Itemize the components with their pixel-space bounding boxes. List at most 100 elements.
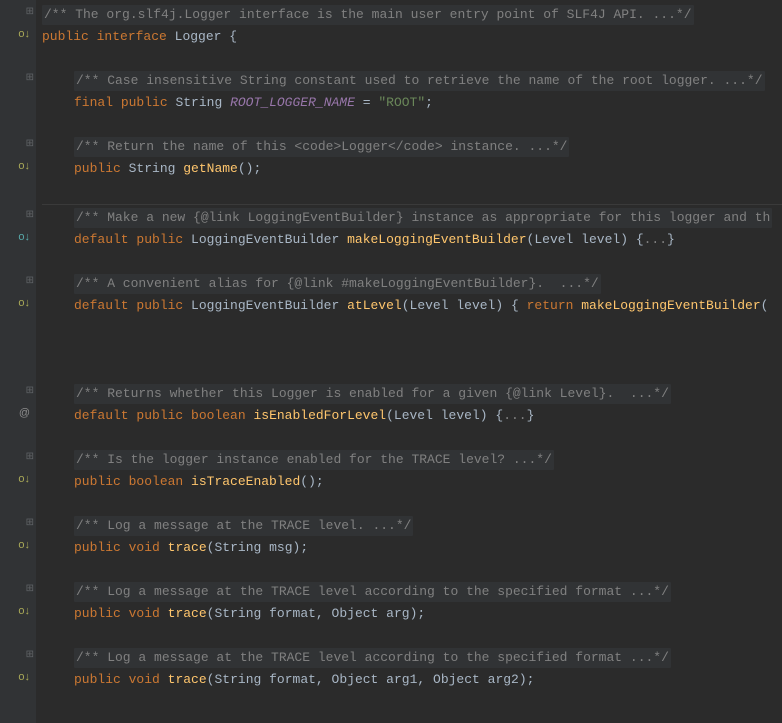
fold-toggle-icon[interactable]: ⊞ [26, 449, 34, 464]
override-marker-icon[interactable]: o↓ [18, 603, 30, 620]
fold-toggle-icon[interactable]: ⊞ [26, 207, 34, 222]
fold-toggle-icon[interactable]: ⊞ [26, 136, 34, 151]
override-marker-icon[interactable]: o↓ [18, 158, 30, 175]
fold-toggle-icon[interactable]: ⊞ [26, 383, 34, 398]
token [425, 670, 433, 690]
token [222, 93, 230, 113]
code-line[interactable]: default public LoggingEventBuilder atLev… [42, 295, 782, 317]
token [129, 406, 137, 426]
code-line[interactable]: public void trace(String format, Object … [42, 603, 782, 625]
javadoc-text: /** Return the name of this <code>Logger… [74, 137, 569, 157]
doc-comment-line[interactable]: /** Case insensitive String constant use… [42, 70, 782, 92]
token: ( [386, 406, 394, 426]
token [378, 670, 386, 690]
token: ... [503, 406, 526, 426]
token: public [42, 27, 89, 47]
token [168, 93, 176, 113]
doc-comment-line[interactable]: /** Log a message at the TRACE level. ..… [42, 515, 782, 537]
token: isTraceEnabled [191, 472, 300, 492]
token: String [129, 159, 176, 179]
token [167, 27, 175, 47]
gutter[interactable]: ⊞ o↓ ⊞ ⊞ o↓ ⊞ o↓ ⊞ o↓ ⊞ @ ⊞ o↓ ⊞ o↓ ⊞ o↓ ⊞ o↓ [0, 0, 36, 723]
override-marker-icon[interactable]: o↓ [18, 471, 30, 488]
code-line[interactable]: public boolean isTraceEnabled(); [42, 471, 782, 493]
token [573, 230, 581, 250]
doc-comment-line[interactable]: /** Return the name of this <code>Logger… [42, 136, 782, 158]
override-marker-icon[interactable]: o↓ [18, 26, 30, 43]
override-marker-icon[interactable]: o↓ [18, 295, 30, 312]
token: Level [410, 296, 449, 316]
code-line[interactable]: default public boolean isEnabledForLevel… [42, 405, 782, 427]
token: trace [168, 604, 207, 624]
fold-toggle-icon[interactable]: ⊞ [26, 647, 34, 662]
token: ; [417, 604, 425, 624]
doc-comment-line[interactable]: /** Log a message at the TRACE level acc… [42, 581, 782, 603]
fold-toggle-icon[interactable]: ⊞ [26, 515, 34, 530]
token [324, 670, 332, 690]
code-line[interactable]: public String getName(); [42, 158, 782, 180]
token [121, 472, 129, 492]
token: String [214, 604, 261, 624]
token: "ROOT" [378, 93, 425, 113]
token [175, 159, 183, 179]
code-line[interactable]: final public String ROOT_LOGGER_NAME = "… [42, 92, 782, 114]
blank-line [42, 493, 782, 515]
token: ; [425, 93, 433, 113]
override-marker-icon[interactable]: o↓ [18, 537, 30, 554]
token: ROOT_LOGGER_NAME [230, 93, 355, 113]
override-marker-icon[interactable]: o↓ [18, 229, 30, 246]
code-editor[interactable]: ⊞ o↓ ⊞ ⊞ o↓ ⊞ o↓ ⊞ o↓ ⊞ @ ⊞ o↓ ⊞ o↓ ⊞ o↓ ⊞ o↓ /** The org.… [0, 0, 782, 723]
token [129, 230, 137, 250]
blank-line [42, 339, 782, 361]
token: default [74, 230, 129, 250]
blank-line [42, 251, 782, 273]
token [160, 670, 168, 690]
token: atLevel [347, 296, 402, 316]
token [89, 27, 97, 47]
token [355, 93, 363, 113]
token: = [363, 93, 371, 113]
blank-line [42, 625, 782, 647]
code-line[interactable]: public void trace(String format, Object … [42, 669, 782, 691]
annotation-marker-icon[interactable]: @ [19, 405, 30, 422]
fold-toggle-icon[interactable]: ⊞ [26, 273, 34, 288]
token [519, 296, 527, 316]
token: format [269, 670, 316, 690]
token [573, 296, 581, 316]
doc-comment-line[interactable]: /** Log a message at the TRACE level acc… [42, 647, 782, 669]
token: void [129, 538, 160, 558]
token: } [667, 230, 675, 250]
fold-toggle-icon[interactable]: ⊞ [26, 4, 34, 19]
token: ( [402, 296, 410, 316]
fold-toggle-icon[interactable]: ⊞ [26, 581, 34, 596]
token [433, 406, 441, 426]
token: boolean [129, 472, 184, 492]
token: { [511, 296, 519, 316]
token [261, 538, 269, 558]
token [371, 93, 379, 113]
token: ( [207, 538, 215, 558]
doc-comment-line[interactable]: /** Make a new {@link LoggingEventBuilde… [42, 207, 782, 229]
token [113, 93, 121, 113]
doc-comment-line[interactable]: /** The org.slf4j.Logger interface is th… [42, 4, 782, 26]
token [183, 296, 191, 316]
token: Logger [175, 27, 222, 47]
token: public [74, 159, 121, 179]
doc-comment-line[interactable]: /** Is the logger instance enabled for t… [42, 449, 782, 471]
doc-comment-line[interactable]: /** Returns whether this Logger is enabl… [42, 383, 782, 405]
code-line[interactable]: default public LoggingEventBuilder makeL… [42, 229, 782, 251]
code-line[interactable]: public interface Logger { [42, 26, 782, 48]
doc-comment-line[interactable]: /** A convenient alias for {@link #makeL… [42, 273, 782, 295]
fold-toggle-icon[interactable]: ⊞ [26, 70, 34, 85]
token: ; [527, 670, 535, 690]
token: arg [386, 604, 409, 624]
token: level [581, 230, 620, 250]
blank-line [42, 48, 782, 70]
code-area[interactable]: /** The org.slf4j.Logger interface is th… [36, 0, 782, 723]
override-marker-icon[interactable]: o↓ [18, 669, 30, 686]
code-line[interactable]: public void trace(String msg); [42, 537, 782, 559]
token: { [636, 230, 644, 250]
token [129, 296, 137, 316]
token: public [121, 93, 168, 113]
token: public [74, 670, 121, 690]
